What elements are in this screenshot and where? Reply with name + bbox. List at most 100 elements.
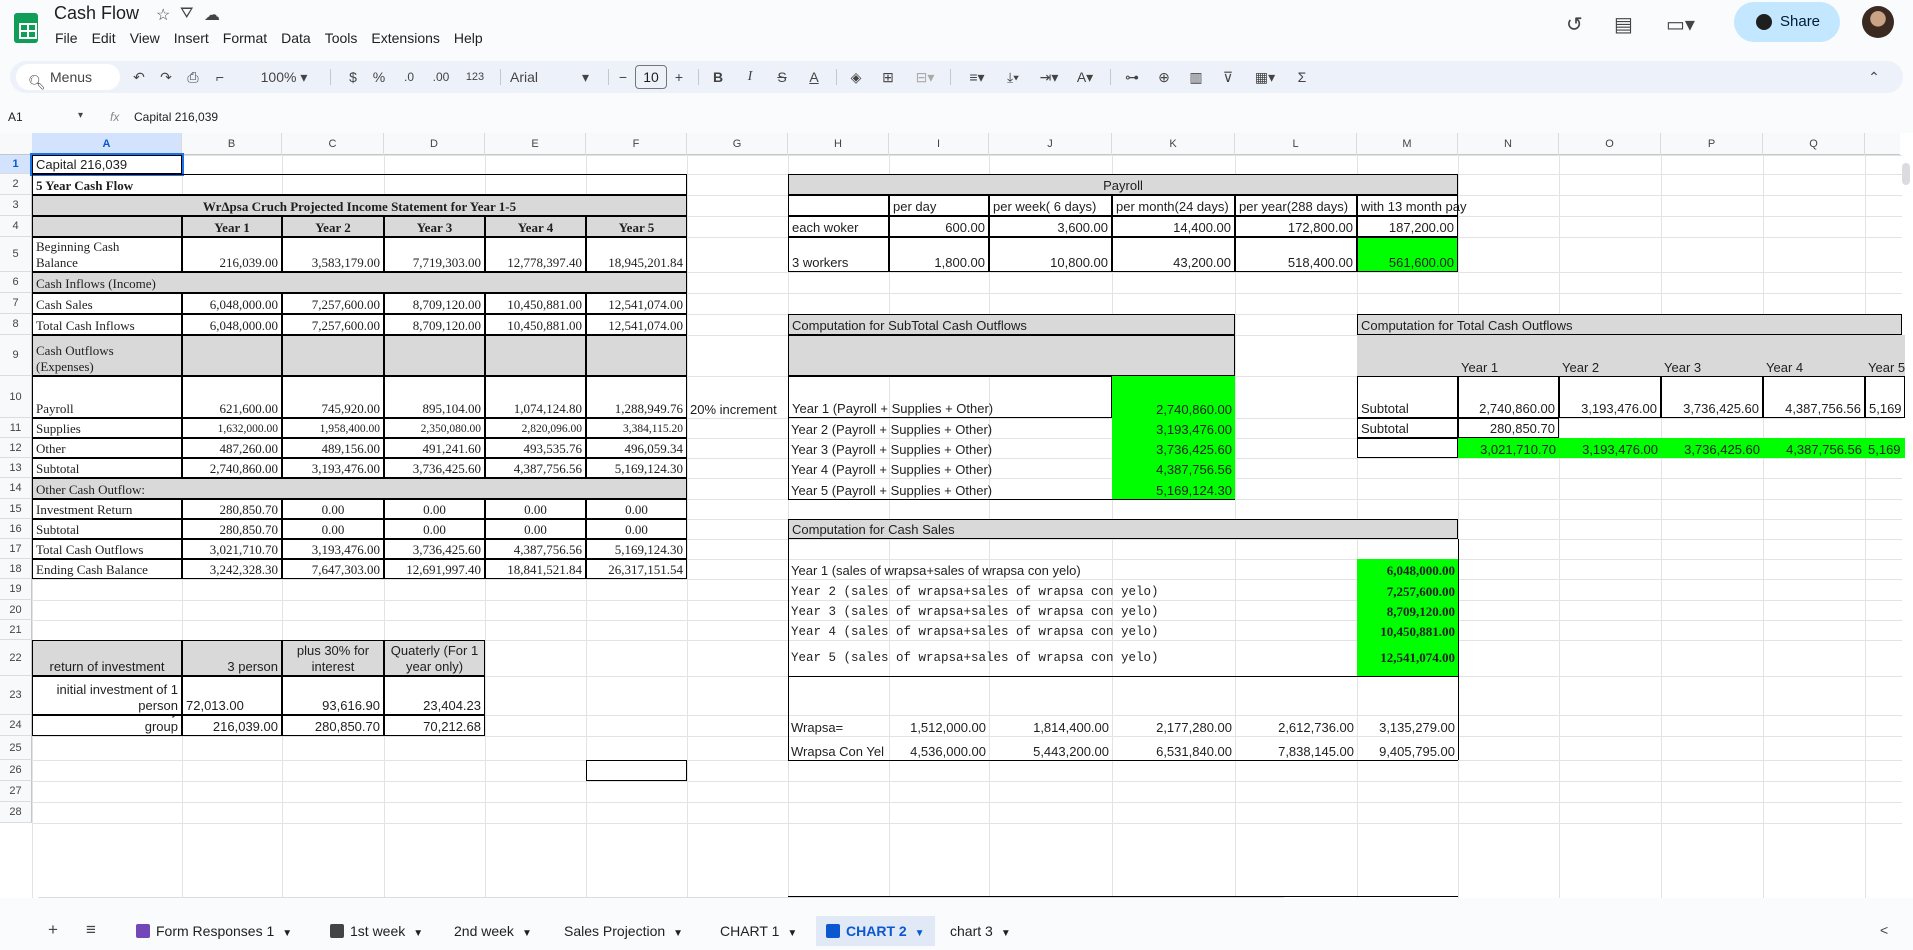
avatar[interactable] — [1862, 6, 1894, 38]
payroll-column-header[interactable]: with 13 month pay — [1357, 195, 1467, 216]
value-cell[interactable]: 0.00 — [485, 519, 586, 539]
blank-header-cell[interactable] — [586, 335, 687, 376]
roi-value[interactable]: 216,039.00 — [182, 715, 282, 736]
value-cell[interactable]: 0.00 — [485, 499, 586, 519]
roi-value[interactable]: 280,850.70 — [282, 715, 384, 736]
value-cell[interactable]: 3,193,476.00 — [282, 539, 384, 559]
decrease-decimal-button[interactable]: .0 — [396, 61, 422, 93]
value-cell[interactable]: 26,317,151.54 — [586, 559, 687, 579]
total-year-header[interactable]: Year 2 — [1559, 335, 1661, 376]
paint-format-icon[interactable]: ⌐ — [209, 61, 231, 93]
subtotal-row-value[interactable]: 2,740,860.00 — [1112, 376, 1235, 418]
payroll-column-header[interactable]: per month(24 days) — [1112, 195, 1235, 216]
value-cell[interactable]: 7,647,303.00 — [282, 559, 384, 579]
sales-row-label[interactable]: Year 4 (sales of wrapsa+sales of wrapsa … — [788, 620, 1357, 640]
sales-detail-value[interactable]: 5,443,200.00 — [989, 736, 1112, 760]
meet-icon[interactable]: ▭▾ — [1666, 12, 1695, 37]
subtotal-row-value[interactable]: 4,387,756.56 — [1112, 458, 1235, 478]
total-row-value[interactable]: 3,736,425.60 — [1661, 438, 1763, 458]
value-cell[interactable]: 491,241.60 — [384, 438, 485, 458]
text-rotation-icon[interactable]: A▾ — [1070, 61, 1100, 93]
insert-comment-icon[interactable]: ⊕ — [1154, 61, 1174, 93]
sales-detail-value[interactable]: 2,177,280.00 — [1112, 715, 1235, 736]
subtotal-box-header[interactable] — [788, 335, 1235, 376]
value-cell[interactable]: 3,242,328.30 — [182, 559, 282, 579]
cloud-status-icon[interactable]: ☁ — [204, 5, 220, 25]
value-cell[interactable]: 6,048,000.00 — [182, 314, 282, 335]
year-header[interactable]: Year 5 — [586, 216, 687, 237]
value-cell[interactable]: 12,541,074.00 — [586, 314, 687, 335]
total-row-value[interactable]: 2,740,860.00 — [1458, 376, 1559, 418]
value-cell[interactable]: 3,736,425.60 — [384, 539, 485, 559]
value-cell[interactable]: 4,387,756.56 — [485, 458, 586, 478]
subtotal-row-value[interactable]: 3,193,476.00 — [1112, 418, 1235, 438]
year-header[interactable]: Year 2 — [282, 216, 384, 237]
value-cell[interactable]: 10,450,881.00 — [485, 314, 586, 335]
tab-menu-icon[interactable]: ▼ — [282, 928, 292, 939]
subtotal-row-label[interactable]: Year 1 (Payroll + Supplies + Other) — [788, 376, 1112, 418]
sheet-tab[interactable]: 1st week ▼ — [320, 916, 433, 946]
value-cell[interactable]: 895,104.00 — [384, 376, 485, 418]
value-cell[interactable]: 1,074,124.80 — [485, 376, 586, 418]
collapse-toolbar-icon[interactable]: ⌃ — [1864, 61, 1884, 93]
total-row-value[interactable]: 3,193,476.00 — [1559, 438, 1661, 458]
value-cell[interactable]: 2,350,080.00 — [384, 418, 485, 438]
value-cell[interactable]: 487,260.00 — [182, 438, 282, 458]
subtotal-row-label[interactable]: Year 4 (Payroll + Supplies + Other) — [788, 458, 1112, 478]
text-color-icon[interactable]: A — [804, 61, 824, 93]
payroll-value[interactable]: 1,800.00 — [889, 237, 989, 272]
year-header[interactable]: Year 1 — [182, 216, 282, 237]
sales-detail-value[interactable]: 3,135,279.00 — [1357, 715, 1458, 736]
font-size-input[interactable]: 10 — [635, 65, 667, 89]
section-label[interactable]: Cash Outflows (Expenses) — [32, 335, 182, 376]
fill-color-icon[interactable]: ◈ — [846, 61, 866, 93]
payroll-column-header[interactable]: per year(288 days) — [1235, 195, 1357, 216]
functions-icon[interactable]: Σ — [1292, 61, 1312, 93]
menu-item[interactable]: Tools — [318, 29, 365, 47]
sales-detail-value[interactable]: 1,512,000.00 — [889, 715, 989, 736]
print-icon[interactable]: ⎙ — [182, 61, 204, 93]
menus-search[interactable]: 🔍︎ Menus — [16, 64, 120, 90]
bold-icon[interactable]: B — [708, 61, 728, 93]
value-cell[interactable]: 216,039.00 — [182, 237, 282, 272]
value-cell[interactable]: 7,719,303.00 — [384, 237, 485, 272]
total-row-label[interactable]: Subtotal — [1357, 418, 1458, 438]
value-cell[interactable]: 0.00 — [282, 519, 384, 539]
row-label[interactable]: Supplies — [32, 418, 182, 438]
section-label[interactable]: Cash Inflows (Income) — [32, 272, 687, 293]
total-row-label[interactable]: Subtotal — [1357, 376, 1458, 418]
sales-row-label[interactable]: Year 3 (sales of wrapsa+sales of wrapsa … — [788, 600, 1357, 620]
value-cell[interactable]: 3,384,115.20 — [586, 418, 687, 438]
value-cell[interactable]: 8,709,120.00 — [384, 293, 485, 314]
value-cell[interactable]: 4,387,756.56 — [485, 539, 586, 559]
value-cell[interactable]: 0.00 — [586, 519, 687, 539]
filter-views-icon[interactable]: ▦▾ — [1250, 61, 1280, 93]
value-cell[interactable]: 8,709,120.00 — [384, 314, 485, 335]
font-size-increase-icon[interactable]: + — [671, 61, 687, 93]
star-icon[interactable]: ☆ — [156, 5, 170, 25]
sheet-tab[interactable]: Sales Projection ▼ — [554, 916, 693, 946]
total-box-title[interactable]: Computation for Total Cash Outflows — [1357, 314, 1902, 335]
sales-row-value[interactable]: 12,541,074.00 — [1357, 640, 1458, 676]
year-header[interactable]: Year 4 — [485, 216, 586, 237]
year-header[interactable]: Year 3 — [384, 216, 485, 237]
cell-area[interactable]: Capital 216,039 5 Year Cash Flow WrΔpsa Cr… — [0, 133, 1913, 898]
payroll-column-header[interactable]: per day — [889, 195, 989, 216]
tab-menu-icon[interactable]: ▼ — [522, 928, 532, 939]
value-cell[interactable]: 18,945,201.84 — [586, 237, 687, 272]
value-cell[interactable]: 1,958,400.00 — [282, 418, 384, 438]
insert-link-icon[interactable]: ⊶ — [1122, 61, 1142, 93]
horizontal-align-icon[interactable]: ≡▾ — [962, 61, 992, 93]
vertical-scrollbar[interactable] — [1902, 163, 1910, 185]
sales-detail-value[interactable]: 1,814,400.00 — [989, 715, 1112, 736]
redo-icon[interactable]: ↷ — [155, 61, 177, 93]
collapse-side-panel-icon[interactable]: < — [1880, 922, 1888, 938]
currency-format-button[interactable]: $ — [344, 61, 362, 93]
value-cell[interactable]: 489,156.00 — [282, 438, 384, 458]
value-cell[interactable]: 2,820,096.00 — [485, 418, 586, 438]
total-row-value[interactable]: 280,850.70 — [1458, 418, 1559, 438]
roi-value[interactable]: 70,212.68 — [384, 715, 485, 736]
font-size-decrease-icon[interactable]: − — [615, 61, 631, 93]
value-cell[interactable]: 12,778,397.40 — [485, 237, 586, 272]
row-label[interactable]: Total Cash Outflows — [32, 539, 182, 559]
